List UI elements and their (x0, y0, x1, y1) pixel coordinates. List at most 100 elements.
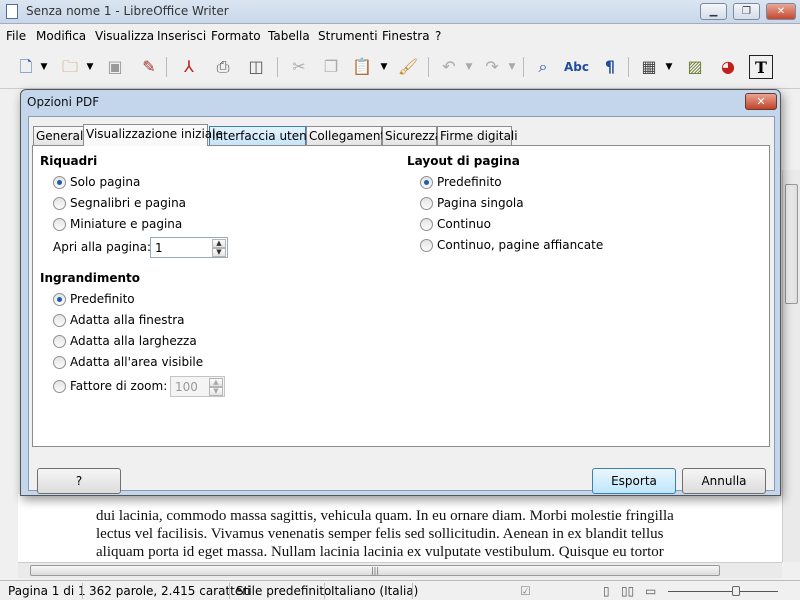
option-label[interactable]: Miniature e pagina (70, 217, 182, 231)
tab-panel-initial-view: Riquadri Solo pagina Segnalibri e pagina… (32, 145, 770, 447)
edit-file-icon[interactable]: ✎ (137, 55, 161, 79)
menu-visualizza[interactable]: Visualizza (95, 29, 154, 43)
vertical-scroll-thumb[interactable] (785, 184, 798, 304)
spellcheck-icon[interactable]: Abc (564, 55, 589, 79)
radio-adatta-larghezza[interactable] (53, 335, 66, 348)
text-box-icon[interactable]: T (749, 55, 773, 79)
vertical-scrollbar[interactable] (782, 170, 800, 562)
option-label[interactable]: Adatta all'area visibile (70, 355, 203, 369)
menu-inserisci[interactable]: Inserisci (157, 29, 206, 43)
option-label[interactable]: Predefinito (70, 292, 135, 306)
zoom-slider[interactable] (668, 591, 778, 592)
zoom-slider-thumb[interactable] (732, 586, 740, 596)
document-page[interactable]: dui lacinia, commodo massa sagittis, veh… (18, 494, 782, 562)
copy-icon[interactable]: ❐ (319, 55, 343, 79)
zoom-factor-spinbox[interactable]: 100 ▲ ▼ (170, 376, 225, 397)
dialog-close-button[interactable]: ✕ (745, 93, 777, 110)
dialog-title: Opzioni PDF (27, 95, 100, 109)
dialog-body: Generale Visualizzazione iniziale Interf… (28, 116, 775, 494)
menu-file[interactable]: File (6, 29, 26, 43)
radio-solo-pagina[interactable] (53, 176, 66, 189)
open-folder-icon[interactable]: 🗀 (58, 55, 82, 79)
menu-formato[interactable]: Formato (211, 29, 261, 43)
horizontal-scrollbar[interactable]: ||| (18, 562, 782, 578)
radio-segnalibri-e-pagina[interactable] (53, 197, 66, 210)
option-label[interactable]: Continuo (437, 217, 491, 231)
tab-generale[interactable]: Generale (33, 126, 91, 145)
option-label[interactable]: Fattore di zoom: (70, 379, 167, 393)
redo-icon[interactable]: ↷ (480, 55, 504, 79)
tab-visualizzazione-iniziale[interactable]: Visualizzazione iniziale (83, 124, 223, 146)
spin-up-icon[interactable]: ▲ (212, 239, 226, 248)
radio-continuo-affiancate[interactable] (420, 239, 433, 252)
save-icon[interactable]: ▣ (103, 55, 127, 79)
close-window-button[interactable]: ✕ (766, 3, 796, 20)
tab-collegamenti[interactable]: Collegamenti (306, 126, 388, 145)
radio-zoom-predefinito[interactable] (53, 293, 66, 306)
clone-formatting-icon[interactable]: 🖌 (396, 55, 420, 79)
paste-icon[interactable]: 📋 (350, 55, 374, 79)
tab-interfaccia-utente[interactable]: Interfaccia utente (209, 126, 319, 145)
dropdown-arrow-icon[interactable]: ▼ (378, 55, 390, 79)
multi-page-view-icon[interactable]: ▯▯ (621, 584, 634, 598)
open-at-page-spinbox[interactable]: 1 ▲ ▼ (150, 237, 228, 258)
radio-fattore-zoom[interactable] (53, 380, 66, 393)
dropdown-arrow-icon[interactable]: ▼ (663, 55, 675, 79)
option-label[interactable]: Adatta alla finestra (70, 313, 185, 327)
option-label[interactable]: Predefinito (437, 175, 502, 189)
minimize-button[interactable]: ▁ (700, 3, 727, 20)
writer-window: Senza nome 1 - LibreOffice Writer ▁ ❐ ✕ … (0, 0, 800, 600)
export-pdf-icon[interactable]: ⅄ (177, 55, 201, 79)
menu-strumenti[interactable]: Strumenti (318, 29, 378, 43)
radio-continuo[interactable] (420, 218, 433, 231)
zoom-factor-value[interactable]: 100 (175, 380, 198, 394)
menu-bar: File Modifica Visualizza Inserisci Forma… (0, 25, 800, 47)
open-at-page-value[interactable]: 1 (155, 241, 163, 255)
status-page-style[interactable]: Stile predefinito (236, 584, 331, 598)
document-line: dui lacinia, commodo massa sagittis, veh… (96, 508, 674, 524)
dropdown-arrow-icon[interactable]: ▼ (84, 55, 96, 79)
tab-firme-digitali[interactable]: Firme digitali (437, 126, 518, 145)
tab-sicurezza[interactable]: Sicurezza (382, 126, 442, 145)
book-view-icon[interactable]: ▭ (645, 584, 656, 598)
chart-icon[interactable]: ◕ (716, 55, 740, 79)
formatting-marks-icon[interactable]: ¶ (598, 55, 622, 79)
menu-tabella[interactable]: Tabella (268, 29, 310, 43)
cancel-button[interactable]: Annulla (682, 468, 766, 494)
image-icon[interactable]: ▨ (683, 55, 707, 79)
restore-button[interactable]: ❐ (733, 3, 760, 20)
print-icon[interactable]: ⎙ (211, 55, 235, 79)
radio-adatta-finestra[interactable] (53, 314, 66, 327)
menu-finestra[interactable]: Finestra (382, 29, 430, 43)
spin-up-icon[interactable]: ▲ (209, 378, 223, 387)
option-label[interactable]: Adatta alla larghezza (70, 334, 197, 348)
option-label[interactable]: Solo pagina (70, 175, 140, 189)
cut-icon[interactable]: ✂ (287, 55, 311, 79)
vertical-ruler (0, 170, 18, 510)
table-icon[interactable]: ▦ (637, 55, 661, 79)
print-preview-icon[interactable]: ◫ (244, 55, 268, 79)
dropdown-arrow-icon[interactable]: ▼ (38, 55, 50, 79)
window-title: Senza nome 1 - LibreOffice Writer (26, 4, 229, 18)
option-label[interactable]: Pagina singola (437, 196, 524, 210)
find-replace-icon[interactable]: ⌕ (531, 55, 555, 79)
new-document-icon[interactable]: 🗋 (14, 55, 38, 79)
menu-modifica[interactable]: Modifica (36, 29, 86, 43)
radio-pagina-singola[interactable] (420, 197, 433, 210)
dropdown-arrow-icon[interactable]: ▼ (506, 55, 518, 79)
dropdown-arrow-icon[interactable]: ▼ (463, 55, 475, 79)
option-label[interactable]: Segnalibri e pagina (70, 196, 186, 210)
export-button[interactable]: Esporta (592, 468, 676, 494)
undo-icon[interactable]: ↶ (437, 55, 461, 79)
radio-layout-predefinito[interactable] (420, 176, 433, 189)
radio-adatta-area-visibile[interactable] (53, 356, 66, 369)
single-page-view-icon[interactable]: ▯ (603, 584, 610, 598)
radio-miniature-e-pagina[interactable] (53, 218, 66, 231)
horizontal-scroll-thumb[interactable]: ||| (30, 565, 720, 576)
spin-down-icon[interactable]: ▼ (209, 387, 223, 396)
help-button[interactable]: ? (37, 468, 121, 494)
spin-down-icon[interactable]: ▼ (212, 248, 226, 257)
status-language[interactable]: Italiano (Italia) (331, 584, 418, 598)
option-label[interactable]: Continuo, pagine affiancate (437, 238, 603, 252)
menu-help[interactable]: ? (435, 29, 441, 43)
